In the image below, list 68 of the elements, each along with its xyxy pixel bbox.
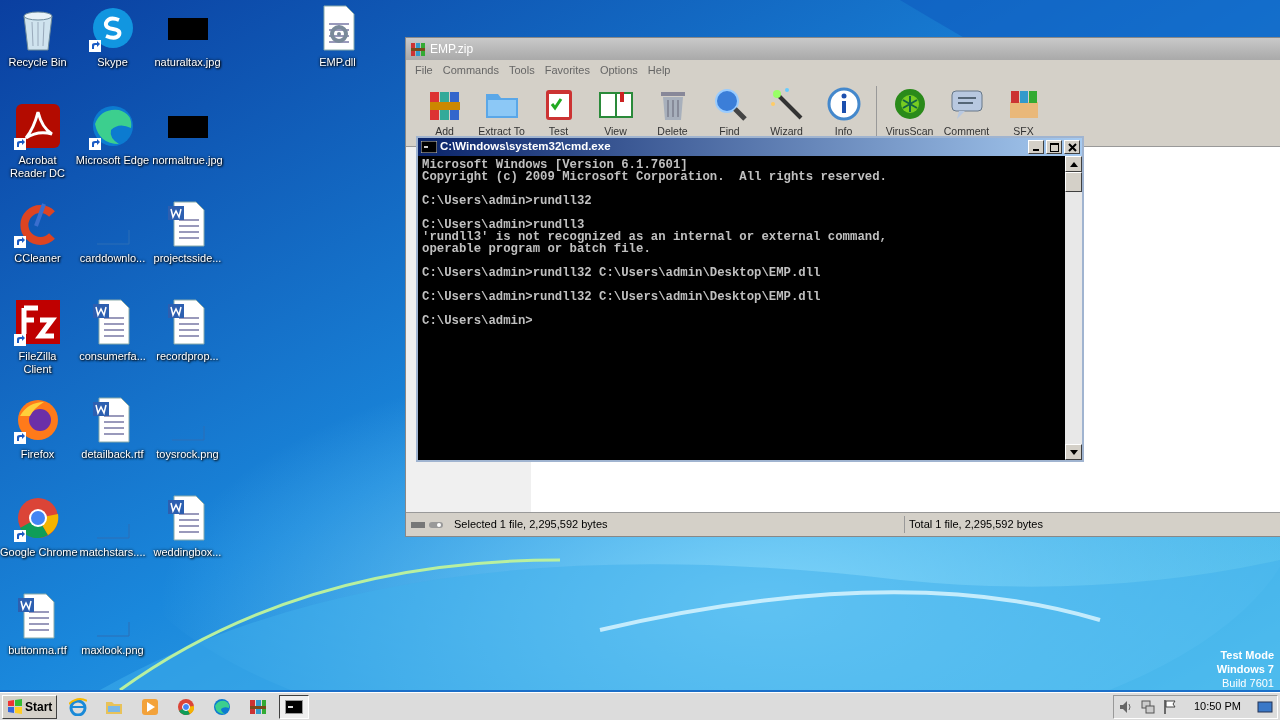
- console-output: Microsoft Windows [Version 6.1.7601] Copyright (c) 2009 Microsoft Corporation. All rights reserved. C:\Users\admin>rundll32 C:\Users\admin>rundll3 'rundll3' is not recognized as an internal or external command, operable program or batch file. C:\Users\admin>rundll32 C:\Users\admin\Desktop\EMP.dll C:\Users\admin>rundll32 C:\Users\admin\Desktop\EMP.dll C:\Users\admin>: [418, 156, 1065, 460]
- menu-item[interactable]: Options: [594, 61, 643, 79]
- file-label[interactable]: buttonma.rtf: [8, 644, 67, 657]
- toolbar-button[interactable]: Wizard: [758, 86, 815, 140]
- file-label[interactable]: Acrobat Reader DC: [4, 154, 71, 180]
- acrobat-icon[interactable]: [13, 102, 62, 150]
- minimize-button[interactable]: [1028, 140, 1044, 154]
- close-icon: [1067, 142, 1077, 152]
- file-label[interactable]: weddingbox...: [153, 546, 222, 559]
- file-label[interactable]: Firefox: [20, 448, 55, 461]
- flag-icon[interactable]: [1161, 698, 1178, 715]
- network-icon[interactable]: [1139, 698, 1156, 715]
- menu-item[interactable]: Favorites: [539, 61, 595, 79]
- window-title: EMP.zip: [430, 41, 474, 58]
- archive-icon: [249, 697, 268, 716]
- toolbar-button[interactable]: SFX: [995, 86, 1052, 140]
- filezilla-icon[interactable]: [13, 298, 62, 346]
- down-arrow-icon: [1069, 449, 1078, 455]
- maximize-icon: [1049, 142, 1059, 152]
- archive-icon: [410, 41, 426, 57]
- toolbar-button[interactable]: Info: [815, 86, 872, 140]
- media-player-icon: [141, 697, 160, 716]
- notice-text: Test Mode: [1219, 648, 1274, 662]
- taskbar-app[interactable]: [279, 694, 310, 719]
- file-label[interactable]: Microsoft Edge: [75, 154, 150, 167]
- magic-wand-icon: [768, 86, 805, 122]
- console-icon: [421, 141, 437, 153]
- clock[interactable]: 10:50 PM: [1193, 698, 1241, 715]
- scrollbar[interactable]: [1065, 156, 1082, 460]
- edge-icon: [213, 697, 232, 716]
- file-label[interactable]: normaltrue.jpg: [152, 154, 223, 167]
- file-label[interactable]: recordprop...: [156, 350, 219, 363]
- file-label[interactable]: Skype: [97, 56, 128, 69]
- status-text: Total 1 file, 2,295,592 bytes: [908, 517, 1043, 533]
- status-text: Selected 1 file, 2,295,592 bytes: [450, 516, 905, 533]
- file-label[interactable]: matchstars....: [79, 546, 146, 559]
- console-icon: [285, 697, 304, 716]
- up-arrow-icon: [1069, 161, 1078, 167]
- file-label[interactable]: detailback.rtf: [81, 448, 144, 461]
- file-label[interactable]: carddownlo...: [79, 252, 146, 265]
- chrome-icon: [177, 697, 196, 716]
- file-label[interactable]: projectsside...: [153, 252, 222, 265]
- start-button[interactable]: Start: [2, 694, 58, 719]
- file-label[interactable]: FileZilla Client: [4, 350, 71, 376]
- notice-text: Build 7601: [1221, 676, 1274, 690]
- menu-item[interactable]: Commands: [437, 61, 504, 79]
- close-button[interactable]: [1064, 140, 1080, 154]
- notice-text: Windows 7: [1216, 662, 1274, 676]
- file-label[interactable]: Recycle Bin: [8, 56, 67, 69]
- show-desktop-icon[interactable]: [1257, 698, 1273, 715]
- toolbar-button[interactable]: Find: [701, 86, 758, 140]
- maximize-button[interactable]: [1046, 140, 1062, 154]
- menu-item[interactable]: File: [410, 61, 438, 79]
- file-label[interactable]: consumerfa...: [79, 350, 146, 363]
- file-label[interactable]: Google Chrome: [0, 546, 75, 559]
- info-icon: [825, 86, 862, 122]
- scroll-thumb[interactable]: [1065, 172, 1082, 192]
- browser-icon: [69, 697, 88, 716]
- file-label[interactable]: toysrock.png: [156, 448, 219, 461]
- window-title: C:\Windows\system32\cmd.exe: [440, 139, 611, 155]
- file-label[interactable]: EMP.dll: [319, 56, 356, 69]
- menu-item[interactable]: Tools: [504, 61, 540, 79]
- file-label[interactable]: naturaltax.jpg: [154, 56, 221, 69]
- file-label[interactable]: maxlook.png: [81, 644, 144, 657]
- file-label[interactable]: CCleaner: [14, 252, 61, 265]
- menu-item[interactable]: Help: [642, 61, 676, 79]
- windows-logo-icon: [7, 698, 23, 715]
- toolbar-button[interactable]: Comment: [938, 86, 995, 140]
